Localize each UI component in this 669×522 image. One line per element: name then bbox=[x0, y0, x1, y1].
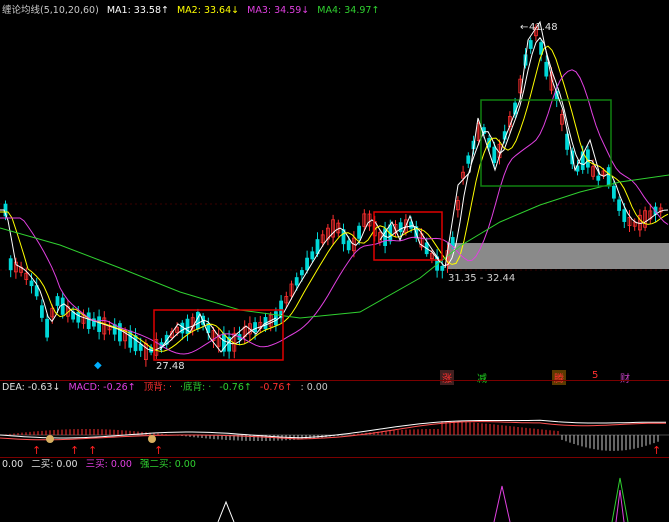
ma-line bbox=[0, 36, 669, 352]
zigzag bbox=[159, 20, 601, 353]
second-buy-value: 二买: 0.00 bbox=[31, 459, 78, 470]
candle-body bbox=[596, 175, 601, 181]
second-buy-spike bbox=[217, 500, 235, 522]
event-tag-jian[interactable]: 减 bbox=[477, 370, 487, 385]
zone-boxes bbox=[153, 99, 612, 361]
candle-body bbox=[8, 258, 13, 271]
candle-body bbox=[544, 61, 549, 77]
pane-divider bbox=[0, 380, 669, 381]
candle-body bbox=[299, 270, 304, 276]
ma-line bbox=[0, 69, 669, 355]
third-buy-spike bbox=[493, 485, 511, 522]
candle-body bbox=[45, 318, 49, 338]
event-tag-teng[interactable]: 腾 bbox=[552, 370, 566, 385]
candle-body bbox=[112, 324, 117, 335]
strong-second-buy-spike bbox=[611, 477, 629, 522]
candle-body bbox=[40, 305, 44, 318]
candle-body bbox=[357, 225, 362, 239]
candle-body bbox=[76, 311, 81, 323]
price-band-rect bbox=[447, 243, 669, 269]
zigzag-line bbox=[444, 20, 601, 269]
low-price-label: 27.48 bbox=[156, 361, 185, 370]
kline-chart[interactable]: 41.48 ← 27.48 31.35 - 32.44 bbox=[0, 0, 669, 370]
candle-body bbox=[97, 316, 101, 332]
candle-body bbox=[440, 265, 445, 271]
money-bag-icon bbox=[148, 435, 156, 443]
third-buy-value: 三买: 0.00 bbox=[85, 459, 132, 470]
buy-arrow-icon: ↑ bbox=[652, 444, 661, 456]
candle-body bbox=[398, 222, 403, 233]
buy-signal-chart[interactable] bbox=[0, 470, 669, 522]
event-tag-blue[interactable]: ◆ bbox=[94, 360, 102, 371]
candle-body bbox=[60, 297, 65, 315]
candle-body bbox=[606, 167, 611, 186]
buy-arrow-icon: ↑ bbox=[154, 444, 163, 456]
candle-body bbox=[612, 185, 616, 199]
candle-body bbox=[492, 146, 497, 163]
buy-arrows: ↑ ↑ ↑ ↑ ↑ bbox=[32, 435, 661, 456]
money-bag-icon bbox=[46, 435, 54, 443]
candle-body bbox=[29, 280, 34, 287]
ma-line bbox=[0, 45, 669, 352]
candle-body bbox=[118, 323, 122, 342]
candle-body bbox=[622, 209, 627, 222]
candle-body bbox=[617, 199, 621, 211]
candle-body bbox=[346, 240, 351, 251]
candle-body bbox=[305, 257, 310, 271]
buy-arrow-icon: ↑ bbox=[32, 444, 41, 456]
buy-arrow-icon: ↑ bbox=[70, 444, 79, 456]
price-band bbox=[447, 243, 669, 269]
range-label: 31.35 - 32.44 bbox=[448, 273, 515, 284]
ma-lines bbox=[0, 36, 669, 355]
buy-arrow-icon: ↑ bbox=[88, 444, 97, 456]
candle-body bbox=[450, 237, 455, 247]
high-arrow: ← bbox=[520, 22, 528, 33]
strong-second-buy-value: 强二买: 0.00 bbox=[140, 459, 196, 470]
event-tag-zhang[interactable]: 涨 bbox=[440, 370, 454, 385]
candle-body bbox=[294, 277, 299, 286]
candle-body bbox=[55, 296, 60, 306]
candle-body bbox=[528, 40, 533, 49]
candle-body bbox=[310, 251, 315, 260]
candle-body bbox=[86, 312, 91, 330]
candle-body bbox=[133, 335, 138, 352]
macd-chart[interactable]: ↑ ↑ ↑ ↑ ↑ bbox=[0, 392, 669, 456]
buy-v0: 0.00 bbox=[2, 459, 24, 470]
candle-body bbox=[253, 322, 258, 333]
event-tag-cai[interactable]: 财 bbox=[620, 370, 630, 385]
high-price-label: 41.48 bbox=[529, 22, 558, 33]
pane-divider bbox=[0, 457, 669, 458]
candle-body bbox=[466, 155, 471, 164]
